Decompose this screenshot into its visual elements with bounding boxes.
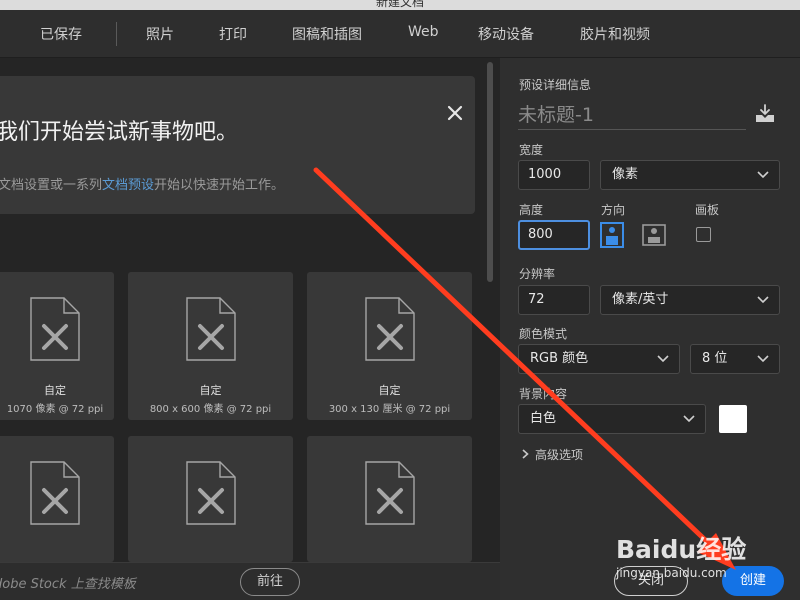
height-label: 高度 <box>519 203 544 217</box>
presets-scrollbar[interactable] <box>487 62 493 282</box>
width-unit-select[interactable]: 像素 <box>600 160 780 190</box>
preset-card-size: 800 x 600 像素 @ 72 ppi <box>149 404 272 415</box>
create-button[interactable]: 创建 <box>722 566 784 596</box>
artboard-checkbox[interactable] <box>696 227 711 242</box>
preset-card-size: 300 x 130 厘米 @ 72 ppi <box>328 404 451 415</box>
document-preset-icon <box>30 461 80 525</box>
preset-card[interactable] <box>0 436 114 562</box>
orientation-label: 方向 <box>601 203 626 217</box>
color-mode-value: RGB 颜色 <box>530 351 589 366</box>
background-label: 背景内容 <box>519 387 568 401</box>
document-preset-icon <box>364 297 415 361</box>
chevron-down-icon <box>757 355 769 363</box>
preset-card[interactable]: 自定 1070 像素 @ 72 ppi <box>0 272 114 420</box>
document-preset-icon <box>185 297 236 361</box>
tab-divider <box>116 22 117 46</box>
background-select[interactable]: 白色 <box>518 404 706 434</box>
resolution-label: 分辨率 <box>519 267 556 281</box>
save-preset-icon[interactable] <box>754 104 776 124</box>
bit-depth-value: 8 位 <box>702 351 728 366</box>
preset-card[interactable]: 自定 800 x 600 像素 @ 72 ppi <box>128 272 293 420</box>
bit-depth-select[interactable]: 8 位 <box>690 344 780 374</box>
welcome-subtitle-end: 开始以快速开始工作。 <box>154 178 285 193</box>
presets-panel: 我们开始尝试新事物吧。 文档设置或一系列文档预设开始以快速开始工作。 自定 10… <box>0 58 500 600</box>
welcome-subtitle-start: 文档设置或一系列 <box>0 178 103 193</box>
width-label: 宽度 <box>519 143 544 157</box>
preset-details-panel: 预设详细信息 未标题-1 宽度 1000 像素 高度 方向 画板 800 分辨率… <box>500 58 800 600</box>
chevron-right-icon <box>522 449 529 459</box>
preset-category-tabs: 已保存 照片 打印 图稿和插图 Web 移动设备 胶片和视频 <box>0 10 800 58</box>
preset-card[interactable] <box>307 436 472 562</box>
document-name-input[interactable]: 未标题-1 <box>518 102 746 130</box>
document-preset-icon <box>30 297 80 361</box>
tab-photo[interactable]: 照片 <box>146 24 174 44</box>
chevron-down-icon <box>757 296 769 304</box>
stock-go-button[interactable]: 前往 <box>240 568 300 596</box>
window-title: 新建文档 <box>375 0 424 9</box>
stock-search-input[interactable]: dobe Stock 上查找模板 <box>0 573 136 592</box>
preset-card[interactable]: 自定 300 x 130 厘米 @ 72 ppi <box>307 272 472 420</box>
background-value: 白色 <box>530 411 557 426</box>
color-mode-label: 颜色模式 <box>519 327 568 341</box>
background-color-swatch[interactable] <box>719 405 747 433</box>
chevron-down-icon <box>683 415 695 423</box>
landscape-orientation-icon[interactable] <box>642 222 666 248</box>
close-icon[interactable] <box>444 102 466 124</box>
welcome-title: 我们开始尝试新事物吧。 <box>0 120 239 145</box>
advanced-options-toggle[interactable]: 高级选项 <box>522 446 583 463</box>
welcome-banner: 我们开始尝试新事物吧。 文档设置或一系列文档预设开始以快速开始工作。 <box>0 76 475 214</box>
tab-web[interactable]: Web <box>408 24 439 40</box>
chevron-down-icon <box>657 355 669 363</box>
width-unit-value: 像素 <box>612 167 639 182</box>
advanced-options-label: 高级选项 <box>535 448 584 462</box>
document-preset-icon <box>185 461 236 525</box>
document-presets-link[interactable]: 文档预设 <box>102 178 154 193</box>
resolution-unit-select[interactable]: 像素/英寸 <box>600 285 780 315</box>
preset-card-title: 自定 <box>378 384 401 397</box>
resolution-unit-value: 像素/英寸 <box>612 292 669 307</box>
tab-art-illustration[interactable]: 图稿和插图 <box>292 24 362 44</box>
chevron-down-icon <box>757 171 769 179</box>
artboard-label: 画板 <box>695 203 720 217</box>
height-input[interactable]: 800 <box>518 220 590 250</box>
resolution-input[interactable]: 72 <box>518 285 590 315</box>
tab-film-video[interactable]: 胶片和视频 <box>580 24 650 44</box>
width-input[interactable]: 1000 <box>518 160 590 190</box>
stock-search-bar: dobe Stock 上查找模板 前往 <box>0 562 500 600</box>
close-button[interactable]: 关闭 <box>614 566 688 596</box>
welcome-subtitle: 文档设置或一系列文档预设开始以快速开始工作。 <box>0 174 284 193</box>
document-preset-icon <box>364 461 415 525</box>
preset-card-title: 自定 <box>44 384 66 397</box>
preset-card[interactable] <box>128 436 293 562</box>
tab-mobile[interactable]: 移动设备 <box>478 24 534 44</box>
tab-saved[interactable]: 已保存 <box>40 24 82 44</box>
window-titlebar: 新建文档 <box>0 0 800 10</box>
color-mode-select[interactable]: RGB 颜色 <box>518 344 680 374</box>
portrait-orientation-icon[interactable] <box>600 222 624 248</box>
preset-details-title: 预设详细信息 <box>519 78 592 92</box>
preset-card-title: 自定 <box>199 384 222 397</box>
tab-print[interactable]: 打印 <box>219 24 247 44</box>
preset-card-size: 1070 像素 @ 72 ppi <box>6 404 104 415</box>
